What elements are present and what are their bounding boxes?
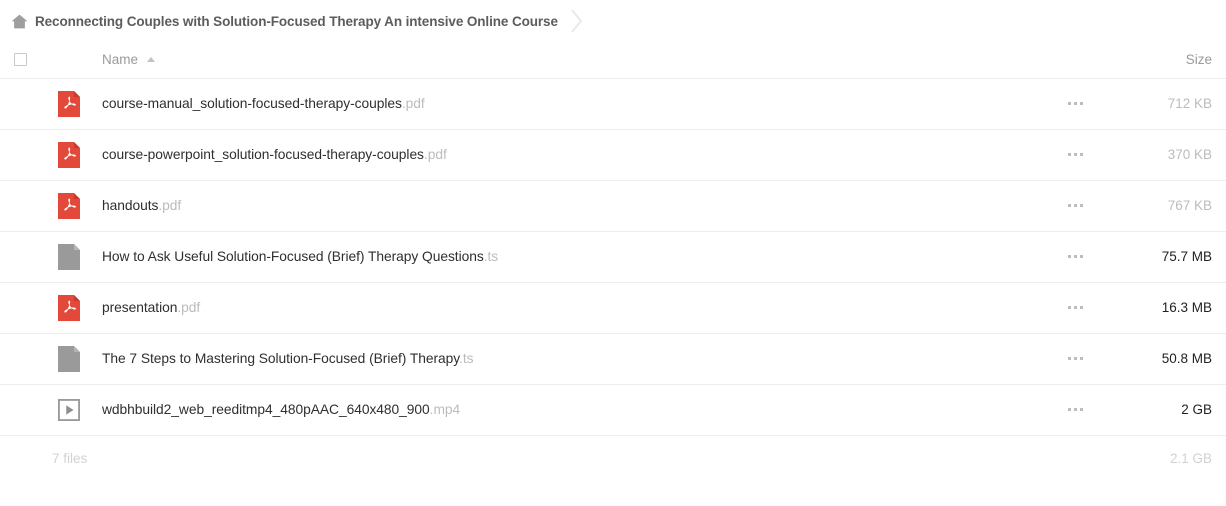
row-overflow-menu-cell (1046, 282, 1104, 333)
file-name-cell[interactable]: presentation.pdf (94, 282, 1046, 333)
overflow-menu-icon[interactable] (1046, 102, 1104, 105)
file-icon-cell (58, 231, 94, 282)
pdf-file-icon (58, 141, 80, 168)
row-select-cell (0, 231, 58, 282)
breadcrumb-title[interactable]: Reconnecting Couples with Solution-Focus… (35, 14, 558, 29)
file-list: course-manual_solution-focused-therapy-c… (0, 78, 1226, 435)
file-name-cell[interactable]: handouts.pdf (94, 180, 1046, 231)
row-select-cell (0, 333, 58, 384)
generic-file-icon (58, 345, 80, 372)
file-size-cell: 712 KB (1104, 78, 1226, 129)
overflow-menu-icon[interactable] (1046, 153, 1104, 156)
chevron-right-icon (571, 9, 583, 33)
table-row[interactable]: The 7 Steps to Mastering Solution-Focuse… (0, 333, 1226, 384)
file-size-cell: 2 GB (1104, 384, 1226, 435)
file-name-label: How to Ask Useful Solution-Focused (Brie… (102, 249, 484, 264)
generic-file-icon (58, 243, 80, 270)
file-icon-cell (58, 333, 94, 384)
file-size-label: 16.3 MB (1161, 299, 1212, 315)
pdf-file-icon (58, 294, 80, 321)
overflow-menu-icon[interactable] (1046, 204, 1104, 207)
row-overflow-menu-cell (1046, 231, 1104, 282)
row-select-cell (0, 282, 58, 333)
select-all-checkbox[interactable] (14, 53, 27, 67)
row-select-cell (0, 129, 58, 180)
file-extension-label: .pdf (158, 198, 182, 213)
row-select-cell (0, 384, 58, 435)
file-name-label: The 7 Steps to Mastering Solution-Focuse… (102, 351, 460, 366)
file-name-label: presentation (102, 300, 178, 315)
row-overflow-menu-cell (1046, 180, 1104, 231)
file-name-cell[interactable]: course-manual_solution-focused-therapy-c… (94, 78, 1046, 129)
overflow-menu-icon[interactable] (1046, 306, 1104, 309)
table-row[interactable]: course-powerpoint_solution-focused-thera… (0, 129, 1226, 180)
file-extension-label: .pdf (401, 96, 425, 111)
file-name-cell[interactable]: How to Ask Useful Solution-Focused (Brie… (94, 231, 1046, 282)
file-size-cell: 370 KB (1104, 129, 1226, 180)
select-all-cell (0, 42, 58, 78)
header-menu-spacer (1046, 42, 1104, 78)
file-count-label: 7 files (52, 451, 88, 466)
file-icon-cell (58, 78, 94, 129)
column-header-size[interactable]: Size (1104, 42, 1226, 78)
file-size-label: 2 GB (1181, 401, 1212, 417)
file-extension-label: .pdf (177, 300, 201, 315)
file-name-label: course-powerpoint_solution-focused-thera… (102, 147, 424, 162)
file-name-cell[interactable]: The 7 Steps to Mastering Solution-Focuse… (94, 333, 1046, 384)
file-icon-cell (58, 282, 94, 333)
table-row[interactable]: presentation.pdf 16.3 MB (0, 282, 1226, 333)
file-size-label: 50.8 MB (1161, 350, 1212, 366)
table-header-row: Name Size (0, 42, 1226, 78)
header-icon-spacer (58, 42, 94, 78)
home-icon[interactable] (11, 14, 28, 29)
file-size-cell: 767 KB (1104, 180, 1226, 231)
table-row[interactable]: How to Ask Useful Solution-Focused (Brie… (0, 231, 1226, 282)
file-name-label: course-manual_solution-focused-therapy-c… (102, 96, 402, 111)
file-size-label: 767 KB (1167, 197, 1212, 213)
table-row[interactable]: handouts.pdf 767 KB (0, 180, 1226, 231)
pdf-file-icon (58, 90, 80, 117)
file-size-cell: 50.8 MB (1104, 333, 1226, 384)
overflow-menu-icon[interactable] (1046, 357, 1104, 360)
file-icon-cell (58, 129, 94, 180)
column-header-name-label: Name (102, 52, 139, 68)
row-select-cell (0, 180, 58, 231)
overflow-menu-icon[interactable] (1046, 408, 1104, 411)
file-extension-label: .ts (483, 249, 499, 264)
file-extension-label: .ts (459, 351, 474, 366)
breadcrumb: Reconnecting Couples with Solution-Focus… (0, 0, 1226, 42)
file-size-label: 370 KB (1167, 146, 1212, 162)
total-size-label: 2.1 GB (1169, 451, 1212, 466)
table-row[interactable]: course-manual_solution-focused-therapy-c… (0, 78, 1226, 129)
file-table: Name Size course-manual_solution-focused… (0, 42, 1226, 436)
row-overflow-menu-cell (1046, 384, 1104, 435)
file-name-label: wdbhbuild2_web_reeditmp4_480pAAC_640x480… (102, 402, 430, 417)
video-file-icon (58, 398, 80, 421)
row-overflow-menu-cell (1046, 78, 1104, 129)
file-extension-label: .mp4 (429, 402, 461, 417)
pdf-file-icon (58, 192, 80, 219)
file-size-cell: 75.7 MB (1104, 231, 1226, 282)
file-extension-label: .pdf (423, 147, 447, 162)
row-overflow-menu-cell (1046, 333, 1104, 384)
file-size-label: 712 KB (1167, 95, 1212, 111)
overflow-menu-icon[interactable] (1046, 255, 1104, 258)
column-header-name[interactable]: Name (94, 42, 1046, 78)
row-select-cell (0, 78, 58, 129)
file-icon-cell (58, 180, 94, 231)
table-footer: 7 files 2.1 GB (0, 436, 1226, 482)
sort-ascending-icon (147, 57, 156, 63)
file-icon-cell (58, 384, 94, 435)
file-size-label: 75.7 MB (1161, 248, 1212, 264)
table-row[interactable]: wdbhbuild2_web_reeditmp4_480pAAC_640x480… (0, 384, 1226, 435)
file-size-cell: 16.3 MB (1104, 282, 1226, 333)
file-name-label: handouts (102, 198, 159, 213)
file-name-cell[interactable]: wdbhbuild2_web_reeditmp4_480pAAC_640x480… (94, 384, 1046, 435)
file-name-cell[interactable]: course-powerpoint_solution-focused-thera… (94, 129, 1046, 180)
row-overflow-menu-cell (1046, 129, 1104, 180)
